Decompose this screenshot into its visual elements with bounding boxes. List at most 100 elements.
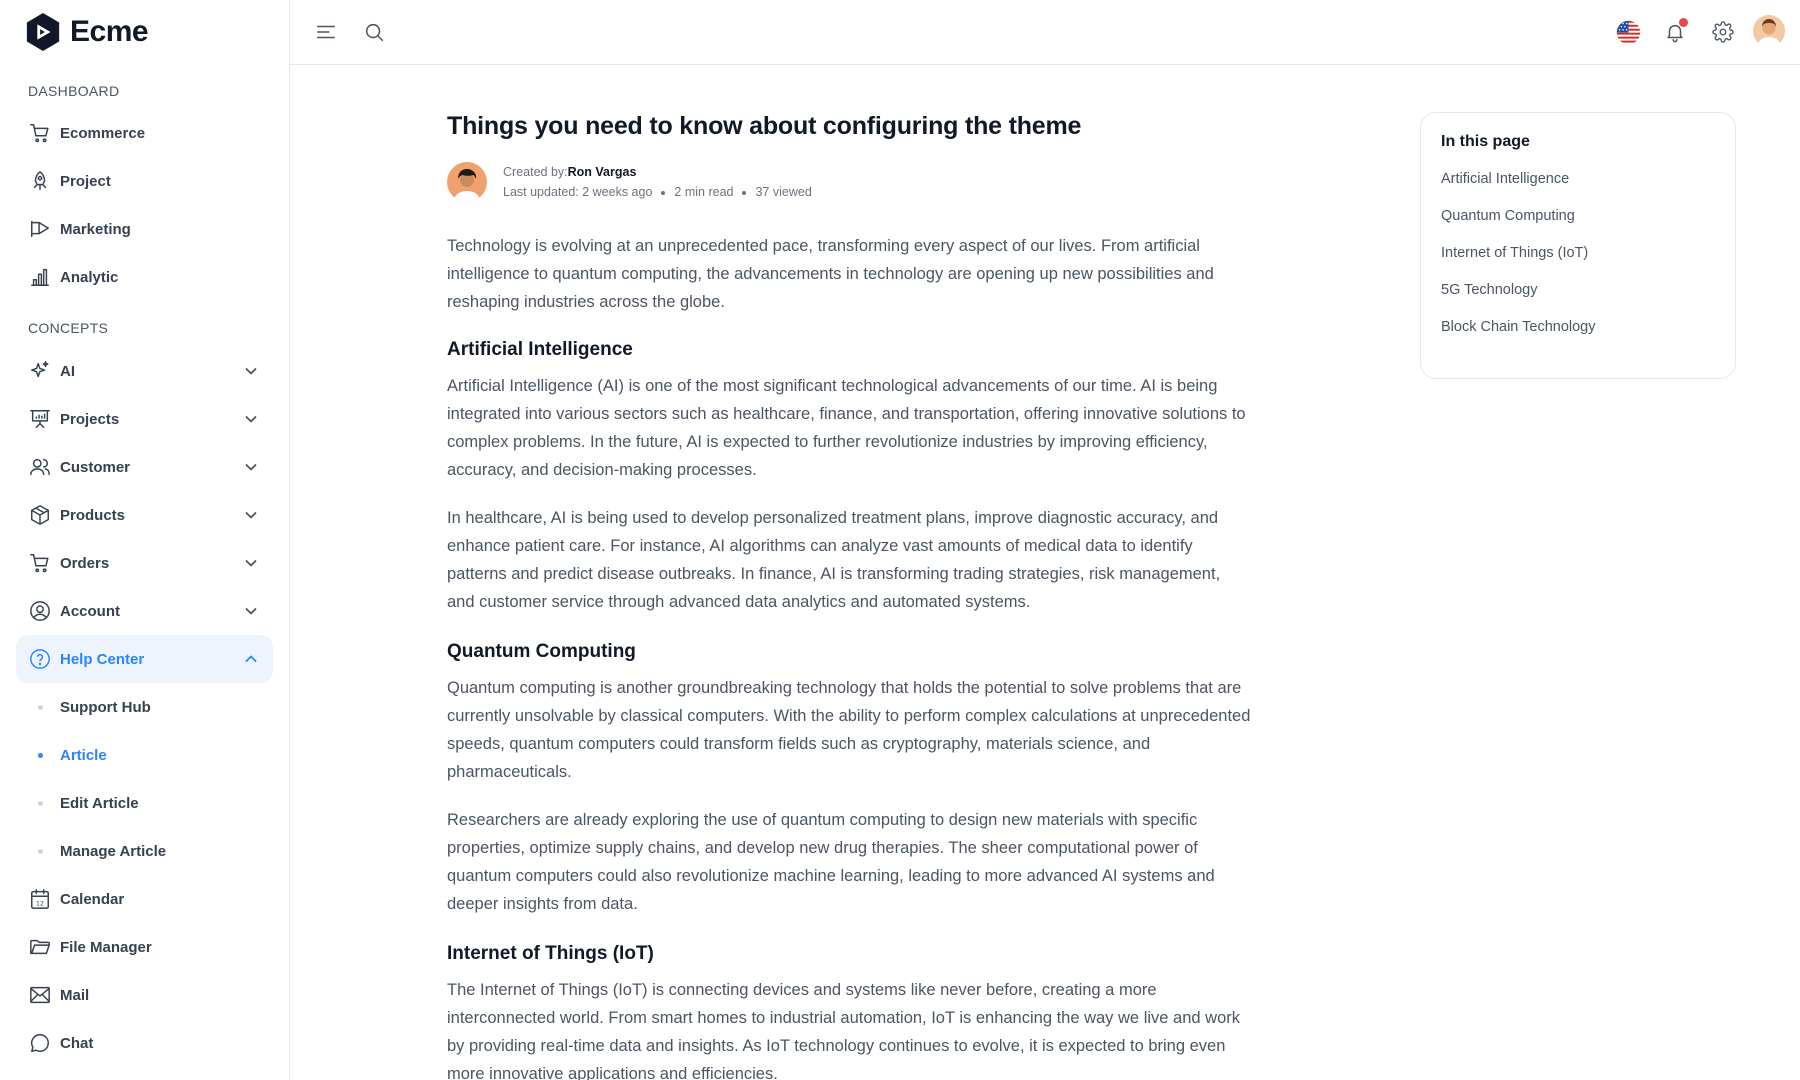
settings-button[interactable] [1709,18,1737,46]
sidebar-item-marketing[interactable]: Marketing [16,205,273,253]
article-stats: Last updated: 2 weeks ago 2 min read 37 vi… [503,185,812,199]
folder-icon [28,935,52,959]
last-updated: Last updated: 2 weeks ago [503,185,653,199]
notification-badge [1679,18,1688,27]
language-selector[interactable] [1613,17,1643,47]
sidebar-item-projects[interactable]: Projects [16,395,273,443]
dot-separator [742,190,747,195]
sidebar-item-mail[interactable]: Mail [16,971,273,1019]
chevron-down-icon [245,512,257,519]
bullet-dot [38,704,43,710]
chevron-down-icon [245,368,257,375]
sidebar: Ecme DASHBOARD Ecommerce Project Marketi… [0,0,290,1080]
toc-item-iot[interactable]: Internet of Things (IoT) [1441,243,1715,280]
users-icon [28,455,52,479]
svg-text:12: 12 [36,899,44,907]
chevron-up-icon [245,655,257,662]
sparkle-icon [28,359,52,383]
sidebar-subitem-manage-article[interactable]: Manage Article [16,829,273,873]
menu-toggle-button[interactable] [312,18,340,46]
chevron-down-icon [245,464,257,471]
sidebar-item-label: Marketing [60,220,131,238]
ecme-logo-icon [26,13,60,51]
article-intro: Technology is evolving at an unprecedent… [447,237,1214,311]
sidebar-item-label: Customer [60,458,131,476]
sidebar-item-ai[interactable]: AI [16,347,273,395]
app: Ecme DASHBOARD Ecommerce Project Marketi… [0,0,1800,1080]
sidebar-item-orders[interactable]: Orders [16,539,273,587]
sidebar-item-chat[interactable]: Chat [16,1019,273,1067]
article-title: Things you need to know about configurin… [447,112,1082,140]
article-paragraph: The Internet of Things (IoT) is connecti… [447,981,1240,1080]
chevron-down-icon [245,416,257,423]
article-content: Things you need to know about configurin… [447,108,1252,1080]
sidebar-item-label: Chat [60,1034,94,1052]
notifications-button[interactable] [1661,18,1689,46]
sidebar-subitem-edit-article[interactable]: Edit Article [16,781,273,825]
menu-icon [317,25,335,39]
avatar-image [1753,15,1785,47]
box-icon [28,503,52,527]
sidebar-item-products[interactable]: Products [16,491,273,539]
rocket-icon [28,169,52,193]
toc-item-artificial-intelligence[interactable]: Artificial Intelligence [1441,169,1715,206]
bullet-dot [38,848,43,854]
mail-icon [28,983,52,1007]
author-avatar[interactable] [447,162,487,202]
sidebar-item-help-center[interactable]: Help Center [16,635,273,683]
toc-item-block-chain[interactable]: Block Chain Technology [1441,317,1715,354]
article-paragraph: In healthcare, AI is being used to devel… [447,509,1221,611]
bar-chart-icon [28,265,52,289]
brand-name: Ecme [70,15,149,48]
article-meta: Created by:Ron Vargas Last updated: 2 we… [447,162,1252,206]
article-paragraph: Researchers are already exploring the us… [447,811,1215,913]
chat-icon [28,1031,52,1055]
sidebar-item-label: File Manager [60,938,152,956]
brand-logo[interactable]: Ecme [24,12,149,52]
toc-item-5g-technology[interactable]: 5G Technology [1441,280,1715,317]
author-name[interactable]: Ron Vargas [568,165,637,179]
sidebar-item-label: Ecommerce [60,124,146,142]
sidebar-item-label: Account [60,602,120,620]
user-circle-icon [28,599,52,623]
chevron-down-icon [245,608,257,615]
sidebar-subitem-support-hub[interactable]: Support Hub [16,685,273,729]
dot-separator [661,190,666,195]
view-count: 37 viewed [755,185,812,199]
sidebar-item-customer[interactable]: Customer [16,443,273,491]
toc-item-quantum-computing[interactable]: Quantum Computing [1441,206,1715,243]
section-heading: Internet of Things (IoT) [447,943,654,964]
bullet-dot [38,800,43,806]
section-title-concepts: CONCEPTS [28,320,109,336]
sidebar-item-account[interactable]: Account [16,587,273,635]
megaphone-icon [28,217,52,241]
sidebar-item-calendar[interactable]: 12 Calendar [16,875,273,923]
sidebar-item-label: Calendar [60,890,125,908]
sidebar-item-analytic[interactable]: Analytic [16,253,273,301]
gear-icon [1712,21,1734,43]
sidebar-item-label: Projects [60,410,120,428]
sidebar-subitem-article[interactable]: Article [16,733,273,777]
sidebar-subitem-label: Support Hub [60,698,151,716]
sidebar-item-file-manager[interactable]: File Manager [16,923,273,971]
sidebar-item-project[interactable]: Project [16,157,273,205]
search-icon [365,23,384,42]
author-avatar-image [447,162,487,202]
sidebar-item-label: Help Center [60,650,145,668]
created-by-label: Created by: [503,165,568,179]
search-button[interactable] [360,18,388,46]
sidebar-item-label: Project [60,172,111,190]
cart-icon [28,121,52,145]
sidebar-item-label: Mail [60,986,90,1004]
article-paragraph: Artificial Intelligence (AI) is one of t… [447,377,1246,479]
user-avatar[interactable] [1753,15,1785,47]
sidebar-item-label: Orders [60,554,110,572]
sidebar-item-ecommerce[interactable]: Ecommerce [16,109,273,157]
sidebar-subitem-label: Edit Article [60,794,139,812]
calendar-icon: 12 [28,887,52,911]
presentation-icon [28,407,52,431]
section-heading: Quantum Computing [447,641,636,662]
section-title-dashboard: DASHBOARD [28,83,120,99]
sidebar-subitem-label: Manage Article [60,842,167,860]
sidebar-item-label: AI [60,362,75,380]
